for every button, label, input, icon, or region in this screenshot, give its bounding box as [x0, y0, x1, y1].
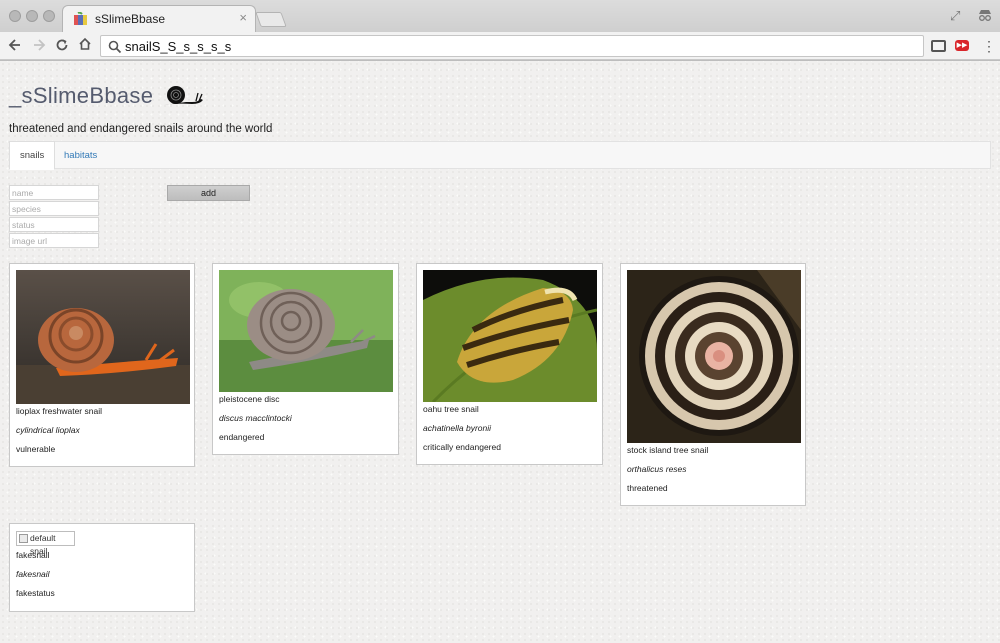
broken-image-placeholder: default snail: [16, 531, 75, 556]
new-tab-button[interactable]: [255, 12, 287, 27]
snail-species: discus macclintocki: [219, 413, 292, 423]
snail-status: fakestatus: [16, 588, 55, 598]
snail-species: cylindrical lioplax: [16, 425, 80, 435]
address-bar[interactable]: snailS_S_s_s_s_s: [100, 35, 924, 57]
back-arrow-icon[interactable]: [8, 38, 22, 52]
tab-close-icon[interactable]: ×: [239, 10, 247, 25]
window-close-button[interactable]: [9, 10, 21, 22]
snail-name: lioplax freshwater snail: [16, 406, 102, 416]
image-url-input[interactable]: [9, 233, 99, 248]
snail-status: critically endangered: [423, 442, 501, 452]
snail-card: stock island tree snail orthalicus reses…: [620, 263, 806, 506]
browser-tabstrip: sSlimeBbase × ⤢: [0, 0, 1000, 32]
page-content: _sSlimeBbase threatened and endangered s…: [0, 61, 1000, 643]
snail-species: orthalicus reses: [627, 464, 687, 474]
add-button[interactable]: add: [167, 185, 250, 201]
snail-status: endangered: [219, 432, 265, 442]
extension-icon[interactable]: ▶▶: [955, 40, 969, 51]
snail-card: oahu tree snail achatinella byronii crit…: [416, 263, 603, 465]
browser-toolbar: snailS_S_s_s_s_s ▶▶ ⋮: [0, 32, 1000, 60]
fullscreen-icon[interactable]: ⤢: [950, 8, 960, 24]
app-tagline: threatened and endangered snails around …: [9, 123, 273, 135]
snail-name: fakesnail: [16, 550, 50, 560]
snail-photo: [423, 270, 597, 402]
status-input[interactable]: [9, 217, 99, 232]
forward-arrow-icon[interactable]: [32, 38, 46, 52]
search-icon: [108, 40, 122, 54]
browser-menu-icon[interactable]: ⋮: [982, 38, 996, 55]
snail-photo: [219, 270, 393, 392]
snail-species: fakesnail: [16, 569, 50, 579]
snail-status: threatened: [627, 483, 668, 493]
window-maximize-button[interactable]: [43, 10, 55, 22]
name-input[interactable]: [9, 185, 99, 200]
snail-logo-icon: [164, 86, 203, 105]
snail-name: stock island tree snail: [627, 445, 709, 455]
tab-snails[interactable]: snails: [9, 141, 56, 170]
snail-species: achatinella byronii: [423, 423, 492, 433]
snail-card: pleistocene disc discus macclintocki end…: [212, 263, 399, 455]
species-input[interactable]: [9, 201, 99, 216]
tab-bar: snails habitats: [9, 141, 991, 170]
snail-photo: [627, 270, 801, 443]
cast-icon[interactable]: [931, 40, 946, 52]
window-minimize-button[interactable]: [26, 10, 38, 22]
address-text: snailS_S_s_s_s_s: [125, 39, 232, 54]
snail-photo: [16, 270, 190, 404]
incognito-icon: [979, 10, 991, 21]
reload-icon[interactable]: [55, 38, 69, 52]
tab-habitats[interactable]: habitats: [54, 142, 107, 170]
home-icon[interactable]: [78, 37, 92, 51]
app-title: _sSlimeBbase: [9, 83, 154, 108]
broken-image-icon: [19, 534, 28, 543]
tab-title: sSlimeBbase: [95, 12, 166, 26]
snail-status: vulnerable: [16, 444, 56, 454]
snail-name: pleistocene disc: [219, 394, 280, 404]
browser-tab[interactable]: sSlimeBbase ×: [62, 5, 256, 32]
snail-card: lioplax freshwater snail cylindrical lio…: [9, 263, 195, 467]
app-favicon-icon: [74, 12, 87, 25]
snail-card: default snail fakesnail fakesnail fakest…: [9, 523, 195, 612]
snail-name: oahu tree snail: [423, 404, 479, 414]
